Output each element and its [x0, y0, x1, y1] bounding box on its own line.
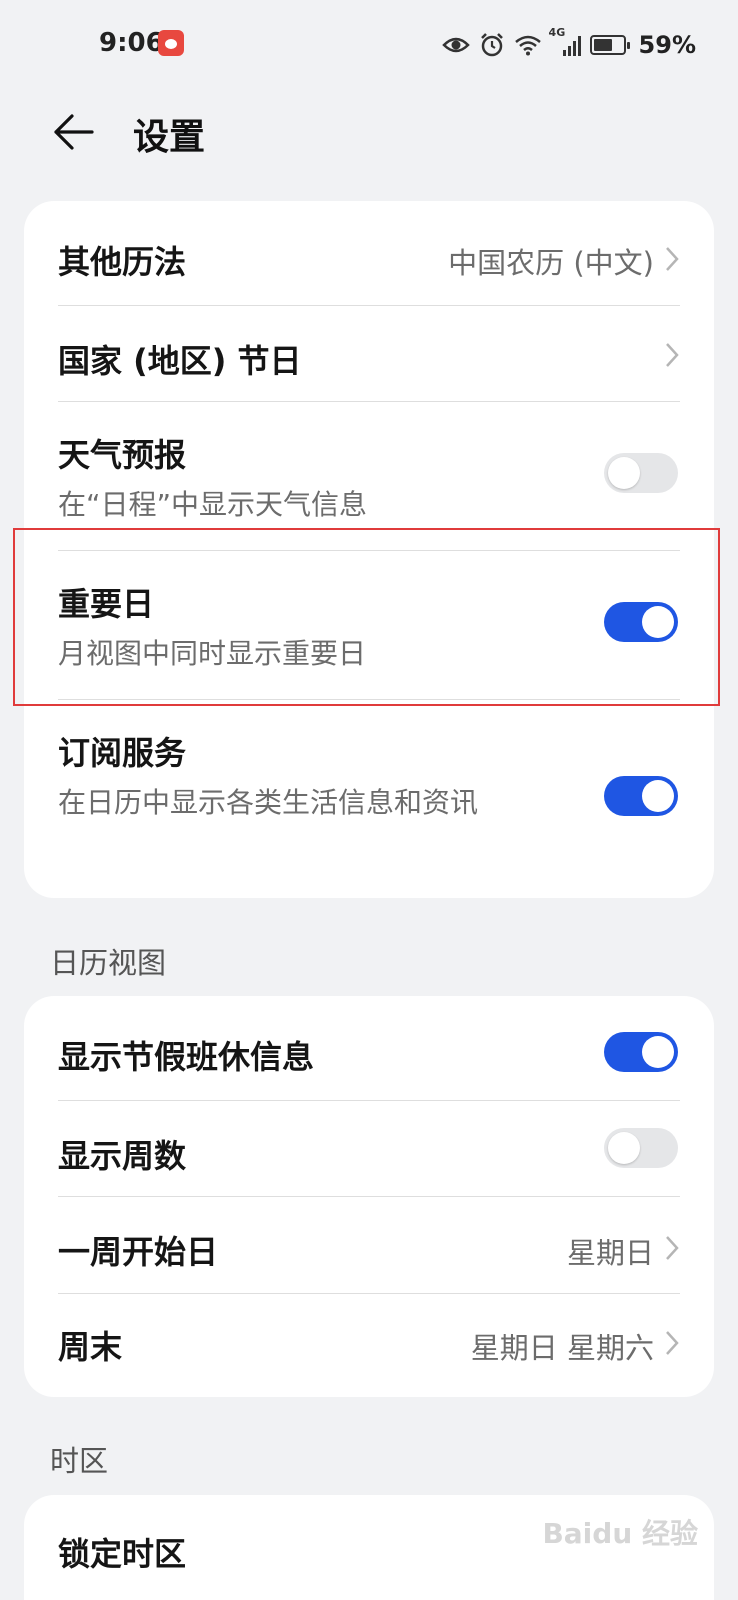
- lock-timezone-title: 锁定时区: [58, 1535, 187, 1573]
- weekend-row[interactable]: 周末 星期日 星期六: [24, 1294, 714, 1397]
- weather-title: 天气预报: [58, 436, 187, 474]
- subscription-title: 订阅服务: [58, 734, 187, 772]
- chevron-right-icon: [666, 247, 679, 271]
- settings-card-calendar-view: 显示节假班休信息 显示周数 一周开始日 星期日 周末 星期日 星期六: [24, 996, 714, 1397]
- battery-icon: [589, 35, 630, 55]
- weather-subtitle: 在“日程”中显示天气信息: [58, 488, 368, 521]
- show-holiday-info-title: 显示节假班休信息: [58, 1038, 315, 1076]
- toggle-knob: [642, 780, 674, 812]
- wifi-icon: [514, 35, 541, 56]
- alarm-icon: [480, 33, 503, 57]
- app-notification-icon: [158, 30, 184, 56]
- toggle-knob: [642, 1036, 674, 1068]
- holidays-row[interactable]: 国家 (地区) 节日: [24, 306, 714, 401]
- battery-percent: 59%: [638, 31, 696, 59]
- status-bar: 9:06 4G 59%: [0, 0, 738, 92]
- back-arrow-icon[interactable]: [50, 110, 96, 154]
- other-calendar-row[interactable]: 其他历法 中国农历 (中文): [24, 201, 714, 305]
- status-time: 9:06: [99, 28, 164, 58]
- other-calendar-value: 中国农历 (中文): [448, 246, 654, 280]
- status-icons: 4G 59%: [441, 26, 696, 60]
- show-week-numbers-title: 显示周数: [58, 1137, 187, 1175]
- weekend-value: 星期日 星期六: [470, 1331, 654, 1365]
- weekend-title: 周末: [58, 1328, 123, 1366]
- toggle-knob: [608, 1132, 640, 1164]
- toggle-knob: [608, 457, 640, 489]
- subscription-subtitle: 在日历中显示各类生活信息和资讯: [58, 786, 479, 819]
- header: 设置: [0, 92, 738, 172]
- subscription-toggle[interactable]: [604, 776, 678, 816]
- week-start-value: 星期日: [566, 1236, 654, 1270]
- holidays-title: 国家 (地区) 节日: [58, 342, 302, 380]
- show-holiday-info-row: 显示节假班休信息: [24, 996, 714, 1100]
- watermark: Baidu 经验: [542, 1517, 698, 1550]
- show-week-numbers-row: 显示周数: [24, 1101, 714, 1196]
- show-week-numbers-toggle[interactable]: [604, 1128, 678, 1168]
- cellular-signal-icon: 4G: [549, 26, 581, 56]
- other-calendar-title: 其他历法: [58, 243, 187, 281]
- chevron-right-icon: [666, 343, 679, 367]
- section-header-timezone: 时区: [50, 1444, 109, 1478]
- page-title: 设置: [133, 117, 206, 158]
- show-holiday-info-toggle[interactable]: [604, 1032, 678, 1072]
- network-type-label: 4G: [548, 26, 566, 39]
- chevron-right-icon: [666, 1331, 679, 1355]
- week-start-row[interactable]: 一周开始日 星期日: [24, 1197, 714, 1293]
- weather-toggle[interactable]: [604, 453, 678, 493]
- highlight-box: [13, 528, 720, 706]
- eye-icon: [441, 37, 470, 53]
- subscription-row: 订阅服务 在日历中显示各类生活信息和资讯: [24, 700, 714, 898]
- week-start-title: 一周开始日: [58, 1233, 219, 1271]
- section-header-calendar-view: 日历视图: [50, 946, 167, 980]
- chevron-right-icon: [666, 1236, 679, 1260]
